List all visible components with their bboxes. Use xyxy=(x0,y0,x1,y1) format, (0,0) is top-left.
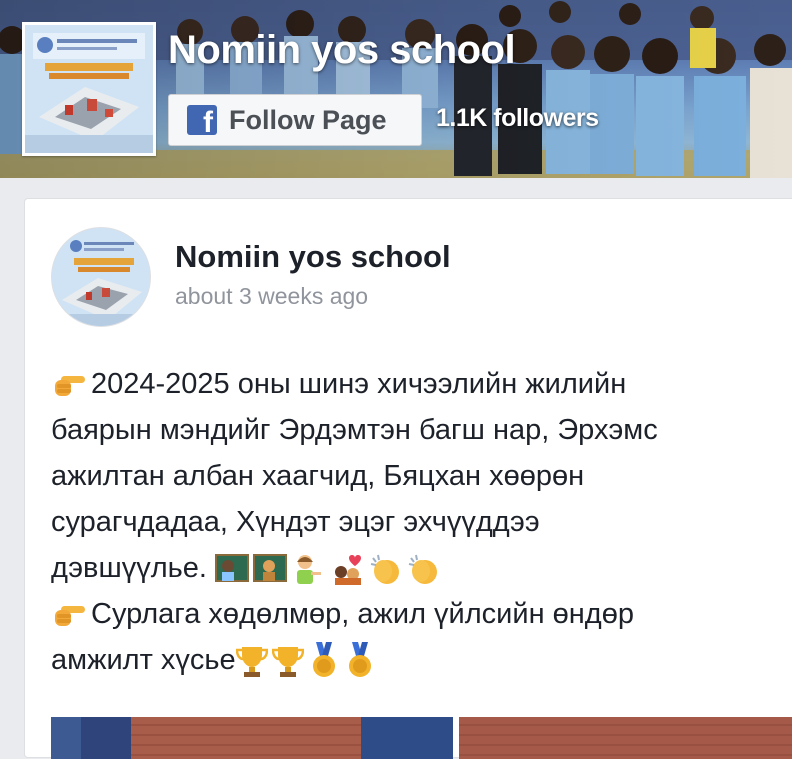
page-name-title[interactable]: Nomiin yos school xyxy=(168,28,516,73)
post-photo-strip xyxy=(51,717,792,759)
post-line: амжилт хүсье xyxy=(51,637,792,683)
post-line: 2024-2025 оны шинэ хичээлийн жилийн xyxy=(51,361,792,407)
trophy-emoji xyxy=(271,647,304,678)
post-line: ажилтан албан хаагчид, Бяцхан хөөрөн xyxy=(51,460,585,492)
page-cover-header: Nomiin yos school f Follow Page 1.1K fol… xyxy=(0,0,792,178)
post-photo-image xyxy=(51,717,453,759)
followers-count: 1.1K followers xyxy=(436,104,599,132)
school-logo-avatar-image xyxy=(52,228,150,326)
post-author-avatar[interactable] xyxy=(51,227,151,327)
post-photo-image xyxy=(459,717,792,759)
pointing-hand-emoji xyxy=(55,376,85,397)
post-timestamp[interactable]: about 3 weeks ago xyxy=(175,283,368,310)
clapping-hands-emoji xyxy=(408,555,437,585)
post-line: баярын мэндийг Эрдэмтэн багш нар, Эрхэмс xyxy=(51,414,658,446)
page-profile-thumbnail[interactable] xyxy=(22,22,156,156)
post-photo[interactable] xyxy=(51,717,453,759)
medal-emoji xyxy=(312,642,335,678)
medal-emoji xyxy=(348,642,371,678)
post-line: дэвшүүлье. xyxy=(51,545,792,591)
post-line: Сурлага хөдөлмөр, ажил үйлсийн өндөр xyxy=(51,591,792,637)
pointing-hand-emoji xyxy=(55,606,85,627)
post-photo[interactable] xyxy=(459,717,792,759)
post-line: сурагчдадаа, Хүндэт эцэг эхчүүддээ xyxy=(51,506,540,538)
family-heart-emoji xyxy=(335,555,361,586)
post-body: 2024-2025 оны шинэ хичээлийн жилийн баяр… xyxy=(51,361,792,683)
follow-page-button[interactable]: f Follow Page xyxy=(168,94,422,146)
school-logo-image xyxy=(25,25,153,153)
post-card: Nomiin yos school about 3 weeks ago 2024… xyxy=(24,198,792,759)
facebook-logo-icon: f xyxy=(187,105,217,138)
teacher-emoji xyxy=(215,554,249,583)
follow-page-label: Follow Page xyxy=(229,104,387,135)
teacher-emoji xyxy=(253,554,287,583)
clapping-hands-emoji xyxy=(370,555,399,585)
person-emoji xyxy=(297,555,321,585)
trophy-emoji xyxy=(235,647,268,678)
post-author-name[interactable]: Nomiin yos school xyxy=(175,239,451,275)
